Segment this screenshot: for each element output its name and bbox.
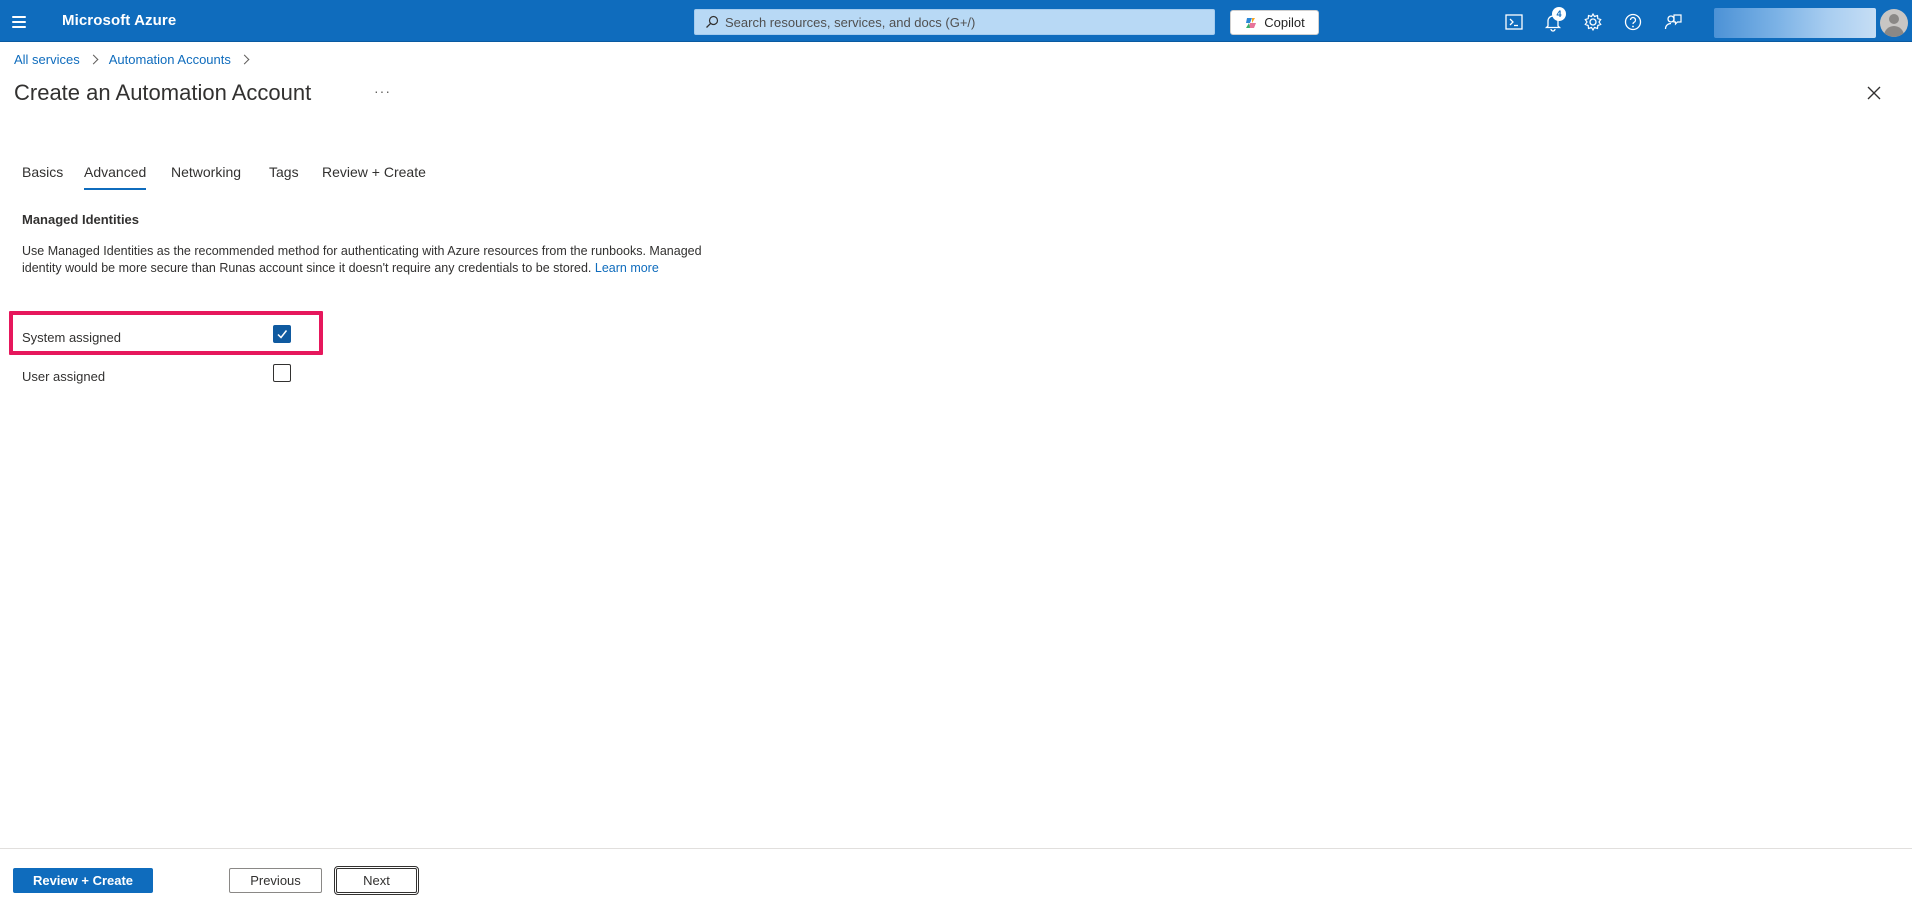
hamburger-menu-icon[interactable] — [9, 11, 29, 31]
close-icon[interactable] — [1866, 85, 1882, 101]
tab-networking[interactable]: Networking — [171, 164, 241, 180]
brand-title[interactable]: Microsoft Azure — [62, 12, 176, 29]
tab-review-create[interactable]: Review + Create — [322, 164, 426, 180]
system-assigned-checkbox[interactable] — [273, 325, 291, 343]
tab-basics[interactable]: Basics — [22, 164, 63, 180]
search-input[interactable] — [725, 12, 1205, 32]
tab-advanced[interactable]: Advanced — [84, 164, 147, 190]
review-create-button[interactable]: Review + Create — [13, 868, 153, 893]
help-icon[interactable] — [1622, 11, 1644, 33]
breadcrumb-automation-accounts[interactable]: Automation Accounts — [109, 52, 231, 67]
account-name-blurred[interactable] — [1714, 8, 1876, 38]
feedback-icon[interactable] — [1662, 11, 1684, 33]
chevron-right-icon — [88, 54, 99, 65]
page-title: Create an Automation Account — [14, 80, 312, 105]
settings-gear-icon[interactable] — [1582, 11, 1604, 33]
system-assigned-label: System assigned — [22, 330, 121, 345]
top-bar: Microsoft Azure Copilot 4 — [0, 0, 1912, 42]
user-assigned-checkbox[interactable] — [273, 364, 291, 382]
search-icon — [706, 15, 719, 28]
copilot-label: Copilot — [1264, 15, 1305, 30]
managed-identities-description: Use Managed Identities as the recommende… — [22, 243, 712, 277]
section-title-managed-identities: Managed Identities — [22, 212, 140, 227]
copilot-button[interactable]: Copilot — [1230, 10, 1319, 35]
user-assigned-label: User assigned — [22, 369, 106, 384]
chevron-right-icon — [239, 54, 250, 65]
tab-tags[interactable]: Tags — [269, 164, 299, 180]
cloud-shell-icon[interactable] — [1503, 11, 1525, 33]
checkmark-icon — [277, 330, 288, 339]
avatar[interactable] — [1880, 9, 1908, 37]
more-options-button[interactable]: ··· — [374, 83, 391, 99]
notification-count-badge: 4 — [1552, 7, 1566, 21]
breadcrumb-all-services[interactable]: All services — [14, 52, 80, 67]
learn-more-link[interactable]: Learn more — [595, 261, 659, 275]
footer-divider — [0, 848, 1912, 849]
next-button[interactable]: Next — [334, 866, 419, 895]
global-search[interactable] — [694, 9, 1215, 35]
copilot-icon — [1246, 17, 1257, 28]
previous-button[interactable]: Previous — [229, 868, 322, 893]
breadcrumb: All services Automation Accounts — [14, 52, 260, 67]
